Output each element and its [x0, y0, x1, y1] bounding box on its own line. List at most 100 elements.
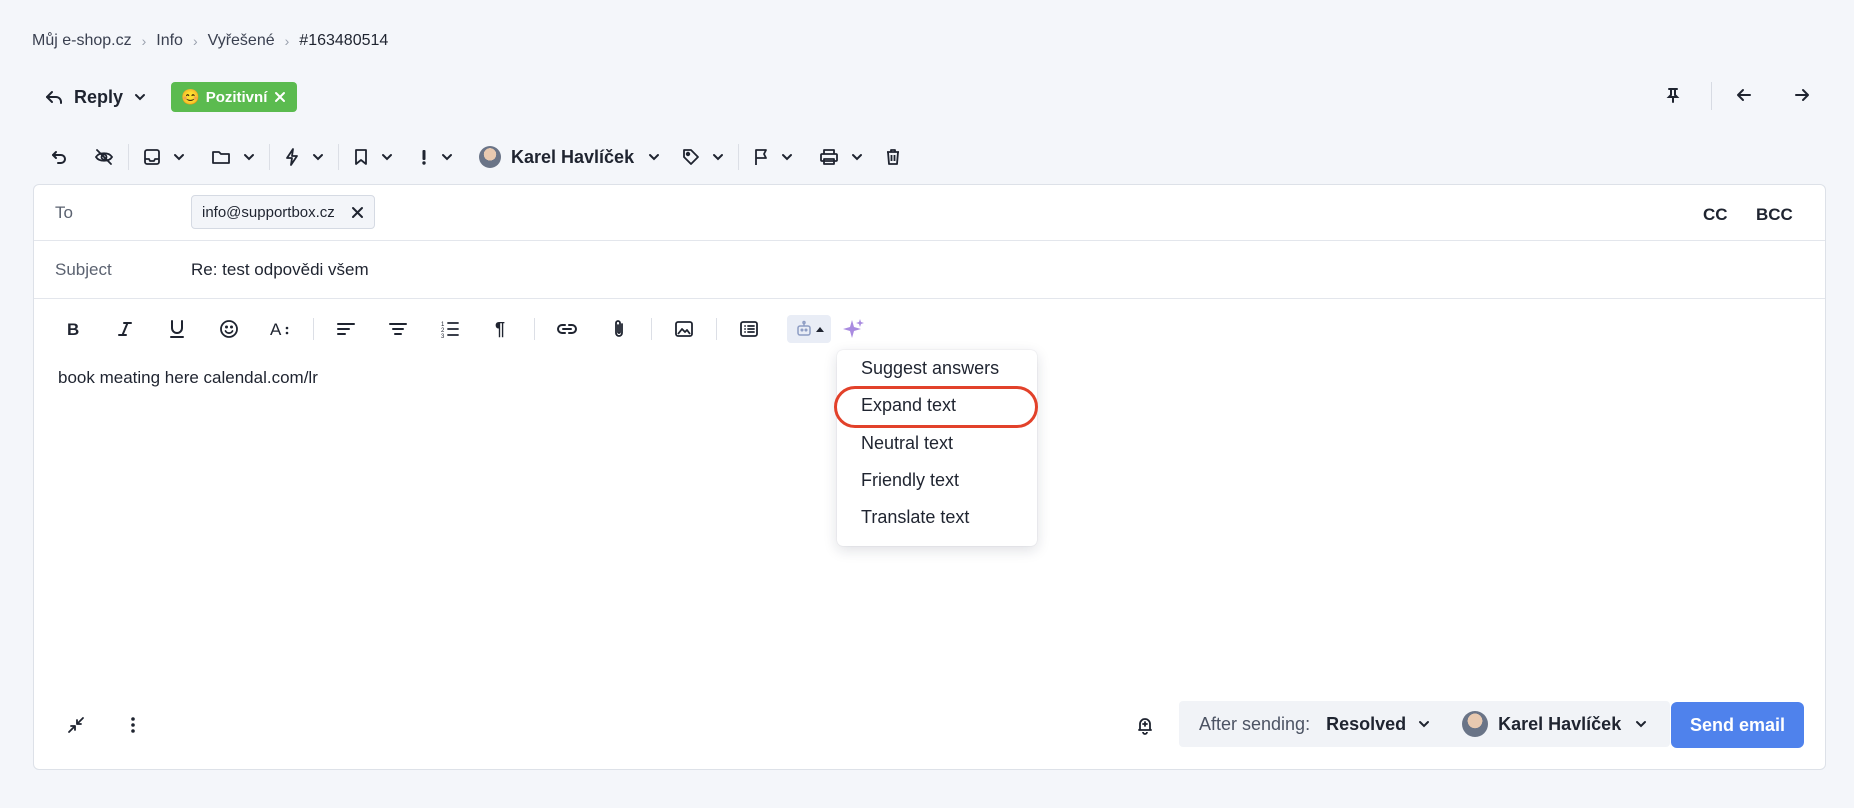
assignee-name: Karel Havlíček [511, 146, 635, 167]
menu-item-translate-text[interactable]: Translate text [861, 507, 969, 528]
subject-label: Subject [55, 260, 112, 279]
undo-icon [50, 148, 68, 166]
next-button[interactable] [1792, 80, 1812, 110]
align-center-icon [388, 321, 408, 337]
chevron-down-icon [851, 151, 863, 163]
chevron-down-icon [1418, 718, 1430, 730]
tag-button[interactable] [676, 142, 730, 172]
inbox-button[interactable] [137, 142, 191, 172]
ai-sparkle-button[interactable] [831, 312, 875, 346]
svg-text:B: B [67, 321, 79, 337]
highlight-ring [834, 386, 1038, 428]
bookmark-icon [353, 148, 369, 166]
bell-icon [1136, 715, 1154, 735]
sentiment-label: Pozitivní [205, 88, 268, 106]
divider [716, 318, 717, 340]
ai-assistant-button[interactable] [787, 315, 831, 343]
assignee-dropdown[interactable]: Karel Havlíček [473, 142, 666, 172]
hide-button[interactable] [88, 142, 120, 172]
previous-button[interactable] [1734, 80, 1754, 110]
menu-item-suggest-answers[interactable]: Suggest answers [861, 358, 999, 379]
align-center-button[interactable] [372, 312, 424, 346]
divider [269, 144, 270, 170]
notification-button[interactable] [1136, 715, 1154, 735]
chevron-right-icon: › [284, 33, 290, 49]
attachment-button[interactable] [593, 312, 645, 346]
align-left-button[interactable] [320, 312, 372, 346]
close-icon[interactable] [273, 90, 287, 104]
recipient-email: info@supportbox.cz [202, 203, 335, 221]
divider [1711, 82, 1712, 110]
automation-button[interactable] [278, 142, 330, 172]
chevron-right-icon: › [192, 33, 198, 49]
smile-icon: 😊 [181, 89, 200, 106]
arrow-right-icon [1792, 85, 1812, 105]
reply-label: Reply [74, 86, 124, 107]
print-button[interactable] [813, 142, 869, 172]
ordered-list-button[interactable]: 123 [424, 312, 476, 346]
after-sending-bar: After sending: Resolved Karel Havlíček [1179, 701, 1670, 747]
undo-button[interactable] [44, 142, 74, 172]
trash-icon [885, 148, 901, 166]
flag-button[interactable] [747, 142, 799, 172]
sentiment-badge: 😊 Pozitivní [171, 82, 298, 112]
send-email-button[interactable]: Send email [1671, 702, 1804, 748]
template-button[interactable] [723, 312, 775, 346]
more-options-button[interactable] [126, 715, 140, 735]
emoji-button[interactable] [203, 312, 255, 346]
reply-icon [44, 87, 64, 107]
smile-icon [219, 319, 239, 339]
priority-button[interactable] [413, 142, 459, 172]
close-icon[interactable] [351, 206, 364, 219]
pin-button[interactable] [1664, 80, 1682, 110]
after-sending-label: After sending: [1199, 713, 1311, 734]
svg-text:A: A [270, 320, 282, 338]
subject-input[interactable]: Re: test odpovědi všem [191, 260, 369, 280]
image-button[interactable] [658, 312, 710, 346]
svg-text:¶: ¶ [495, 320, 505, 338]
italic-icon [118, 321, 132, 337]
reply-button[interactable]: Reply [44, 80, 147, 114]
bookmark-button[interactable] [347, 142, 399, 172]
collapse-icon [66, 715, 86, 735]
chevron-down-icon [712, 151, 724, 163]
italic-button[interactable] [99, 312, 151, 346]
folder-button[interactable] [205, 142, 261, 172]
chevron-down-icon [648, 151, 660, 163]
breadcrumb-item-shop[interactable]: Můj e-shop.cz [32, 32, 132, 50]
svg-text:3: 3 [441, 334, 445, 338]
status-dropdown[interactable]: Resolved [1326, 714, 1430, 735]
link-button[interactable] [541, 312, 593, 346]
more-vertical-icon [126, 715, 140, 735]
arrow-left-icon [1734, 85, 1754, 105]
sparkle-icon [841, 318, 865, 340]
delete-button[interactable] [879, 142, 907, 172]
font-size-button[interactable]: A [255, 312, 307, 346]
to-label: To [55, 203, 73, 222]
underline-icon [169, 320, 185, 338]
footer-assignee-dropdown[interactable]: Karel Havlíček [1462, 711, 1647, 737]
menu-item-friendly-text[interactable]: Friendly text [861, 470, 959, 491]
avatar [479, 146, 501, 168]
paperclip-icon [612, 319, 626, 339]
breadcrumb-item-resolved[interactable]: Vyřešené [208, 32, 275, 50]
cc-button[interactable]: CC [1703, 205, 1728, 225]
chevron-down-icon [781, 151, 793, 163]
chevron-down-icon [441, 151, 453, 163]
underline-button[interactable] [151, 312, 203, 346]
ai-menu: Suggest answers Expand text Neutral text… [837, 350, 1037, 546]
message-body[interactable]: book meating here calendal.com/lr [58, 368, 318, 388]
breadcrumb-item-info[interactable]: Info [156, 32, 183, 50]
paragraph-button[interactable]: ¶ [476, 312, 528, 346]
divider [128, 144, 129, 170]
chevron-down-icon [173, 151, 185, 163]
chevron-down-icon [312, 151, 324, 163]
bold-button[interactable]: B [47, 312, 99, 346]
bcc-button[interactable]: BCC [1756, 205, 1793, 225]
menu-item-neutral-text[interactable]: Neutral text [861, 433, 953, 454]
recipient-chip[interactable]: info@supportbox.cz [191, 195, 375, 229]
inbox-icon [143, 148, 161, 166]
image-icon [674, 320, 694, 338]
collapse-button[interactable] [66, 715, 86, 735]
divider [534, 318, 535, 340]
